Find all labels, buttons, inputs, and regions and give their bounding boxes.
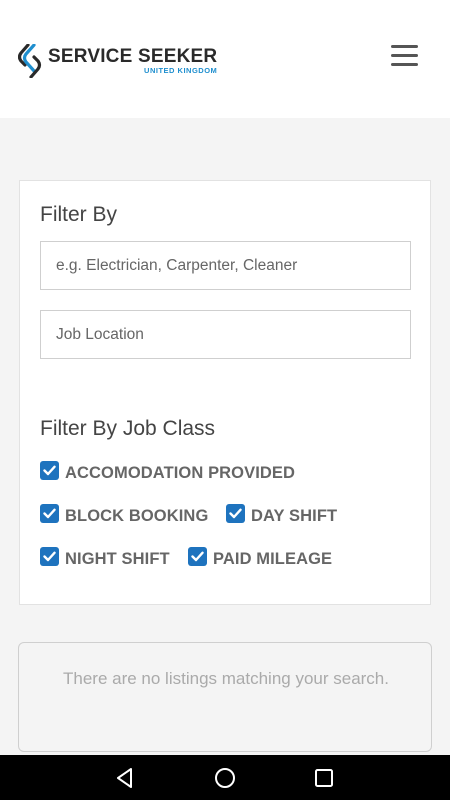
filter-panel: Filter By Filter By Job Class ACCOMODATI… — [19, 180, 431, 605]
keyword-search-input[interactable] — [40, 241, 411, 290]
home-icon[interactable] — [212, 765, 238, 791]
empty-results-panel: There are no listings matching your sear… — [18, 642, 432, 752]
job-location-input[interactable] — [40, 310, 411, 359]
filter-title: Filter By — [40, 203, 118, 226]
app-header: SERVICE SEEKER UNITED KINGDOM — [0, 0, 450, 118]
checkbox-checked-icon[interactable] — [226, 504, 245, 523]
job-class-title: Filter By Job Class — [40, 417, 216, 440]
checkbox-paid-mileage[interactable]: PAID MILEAGE — [188, 547, 333, 568]
checkbox-block-booking[interactable]: BLOCK BOOKING — [40, 504, 209, 525]
system-navigation-bar — [0, 755, 450, 800]
checkbox-day-shift[interactable]: DAY SHIFT — [226, 504, 338, 525]
brand-title: SERVICE SEEKER — [48, 46, 218, 68]
back-icon[interactable] — [112, 765, 138, 791]
checkbox-checked-icon[interactable] — [40, 547, 59, 566]
checkbox-label: ACCOMODATION PROVIDED — [65, 464, 296, 482]
checkbox-night-shift[interactable]: NIGHT SHIFT — [40, 547, 170, 568]
checkbox-label: BLOCK BOOKING — [65, 507, 209, 525]
checkbox-checked-icon[interactable] — [40, 504, 59, 523]
brand-logo[interactable]: SERVICE SEEKER UNITED KINGDOM — [18, 44, 217, 78]
checkbox-checked-icon[interactable] — [40, 461, 59, 480]
checkbox-label: DAY SHIFT — [251, 507, 338, 525]
hamburger-menu-icon[interactable] — [388, 43, 422, 69]
recents-icon[interactable] — [311, 765, 337, 791]
checkbox-label: PAID MILEAGE — [213, 550, 333, 568]
checkbox-label: NIGHT SHIFT — [65, 550, 170, 568]
checkbox-checked-icon[interactable] — [188, 547, 207, 566]
brand-subtitle: UNITED KINGDOM — [144, 66, 218, 76]
brand-logo-icon — [18, 44, 42, 78]
checkbox-accomodation-provided[interactable]: ACCOMODATION PROVIDED — [40, 461, 296, 482]
empty-results-message: There are no listings matching your sear… — [63, 669, 389, 688]
